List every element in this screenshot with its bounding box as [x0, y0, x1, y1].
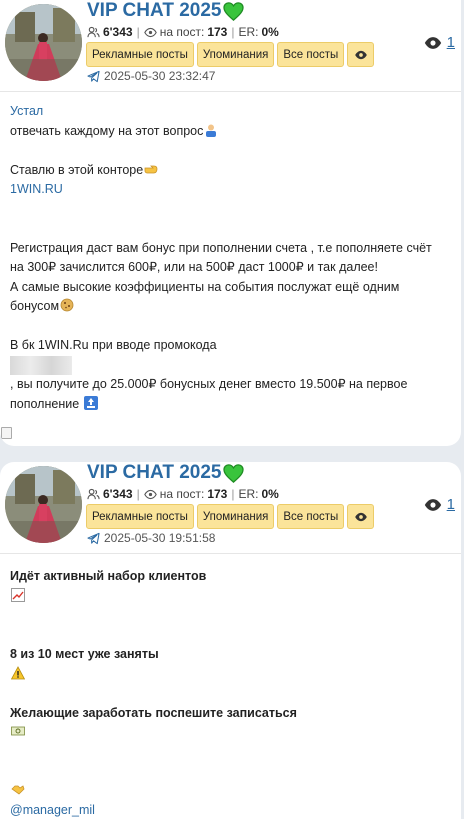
- post-text-line: пополнение: [10, 395, 451, 415]
- ad-posts-button[interactable]: Рекламные посты: [86, 42, 194, 67]
- channel-title-text[interactable]: VIP CHAT 2025: [87, 462, 221, 484]
- mentions-button[interactable]: Упоминания: [196, 42, 275, 67]
- avatar[interactable]: [5, 466, 82, 543]
- post-card: VIP CHAT 2025 6'343 | на пост: 173 | ER:…: [0, 0, 461, 446]
- post-card: VIP CHAT 2025 6'343 | на пост: 173 | ER:…: [0, 462, 461, 819]
- post-datetime: 2025-05-30 19:51:58: [87, 531, 215, 545]
- post-text-line: , вы получите до 25.000₽ бонусных денег …: [10, 377, 408, 391]
- cookie-icon: [60, 298, 74, 312]
- emoji-line: [10, 723, 451, 743]
- emoji-line: [10, 782, 451, 802]
- person-emoji-icon: [206, 124, 217, 137]
- view-button[interactable]: [347, 504, 375, 529]
- chart-up-icon: [11, 587, 25, 602]
- post-text-line: на 300₽ зачислится 600₽, или на 500₽ дас…: [10, 260, 378, 274]
- post-text-line: 8 из 10 мест уже заняты: [10, 647, 159, 661]
- telegram-icon: [87, 70, 100, 82]
- post-body: Устал отвечать каждому на этот вопрос Ст…: [0, 92, 461, 414]
- eye-icon: [354, 512, 367, 521]
- views-label: на пост:: [159, 487, 205, 501]
- eye-icon: [424, 36, 441, 49]
- channel-stats: 6'343 | на пост: 173 | ER: 0%: [87, 487, 279, 501]
- post-text-line: Идёт активный набор клиентов: [10, 569, 207, 583]
- eye-icon: [354, 50, 367, 59]
- views-counter[interactable]: 1: [423, 34, 455, 51]
- channel-title[interactable]: VIP CHAT 2025: [87, 0, 245, 22]
- post-body: Идёт активный набор клиентов 8 из 10 мес…: [0, 554, 461, 819]
- eye-icon: [424, 498, 441, 511]
- all-posts-button[interactable]: Все посты: [277, 504, 345, 529]
- avatar[interactable]: [5, 4, 82, 81]
- warning-icon: [11, 665, 25, 679]
- er-value: 0%: [261, 487, 279, 501]
- heart-icon: [223, 1, 245, 21]
- mentions-button[interactable]: Упоминания: [196, 504, 275, 529]
- er-label: ER:: [238, 487, 259, 501]
- post-datetime: 2025-05-30 23:32:47: [87, 69, 215, 83]
- er-label: ER:: [238, 25, 259, 39]
- post-text-line: Ставлю в этой конторе: [10, 161, 451, 181]
- subscribers-icon: [87, 26, 100, 37]
- views-per-post: 173: [207, 25, 228, 39]
- views-count[interactable]: 1: [447, 496, 455, 513]
- top-arrow-icon: [83, 395, 98, 410]
- subscribers-count: 6'343: [103, 487, 133, 501]
- pointing-hand-icon: [144, 165, 158, 173]
- post-text-line: бонусом: [10, 297, 451, 317]
- views-label: на пост:: [159, 25, 205, 39]
- broken-image-icon: [1, 427, 12, 439]
- blurred-promo-code: [10, 355, 451, 376]
- post-header: VIP CHAT 2025 6'343 | на пост: 173 | ER:…: [0, 0, 461, 92]
- post-text-line: Устал: [10, 104, 44, 118]
- post-text-line: отвечать каждому на этот вопрос: [10, 122, 451, 142]
- heart-icon: [223, 463, 245, 483]
- post-buttons: Рекламные посты Упоминания Все посты: [86, 504, 375, 529]
- link-1win[interactable]: 1WIN.RU: [10, 180, 451, 200]
- all-posts-button[interactable]: Все посты: [277, 42, 345, 67]
- views-counter[interactable]: 1: [423, 496, 455, 513]
- handshake-icon: [11, 784, 25, 795]
- view-button[interactable]: [347, 42, 375, 67]
- emoji-line: [10, 587, 451, 607]
- channel-title-text[interactable]: VIP CHAT 2025: [87, 0, 221, 22]
- post-header: VIP CHAT 2025 6'343 | на пост: 173 | ER:…: [0, 462, 461, 554]
- datetime-text: 2025-05-30 23:32:47: [104, 69, 216, 83]
- post-text-line: А самые высокие коэффициенты на события …: [10, 279, 400, 294]
- ad-posts-button[interactable]: Рекламные посты: [86, 504, 194, 529]
- datetime-text: 2025-05-30 19:51:58: [104, 531, 216, 545]
- eye-icon: [143, 27, 157, 37]
- subscribers-count: 6'343: [103, 25, 133, 39]
- views-count[interactable]: 1: [447, 34, 455, 51]
- eye-icon: [143, 489, 157, 499]
- post-text-line: Регистрация даст вам бонус при пополнени…: [10, 240, 432, 255]
- channel-stats: 6'343 | на пост: 173 | ER: 0%: [87, 25, 279, 39]
- post-text-line: Желающие заработать поспешите записаться: [10, 705, 297, 720]
- channel-title[interactable]: VIP CHAT 2025: [87, 462, 245, 484]
- er-value: 0%: [261, 25, 279, 39]
- post-text-line: В бк 1WIN.Ru при вводе промокода: [10, 338, 217, 352]
- post-buttons: Рекламные посты Упоминания Все посты: [86, 42, 375, 67]
- manager-link[interactable]: @manager_mil: [10, 801, 451, 819]
- views-per-post: 173: [207, 487, 228, 501]
- telegram-icon: [87, 532, 100, 544]
- money-icon: [11, 726, 25, 736]
- subscribers-icon: [87, 488, 100, 499]
- emoji-line: [10, 665, 451, 685]
